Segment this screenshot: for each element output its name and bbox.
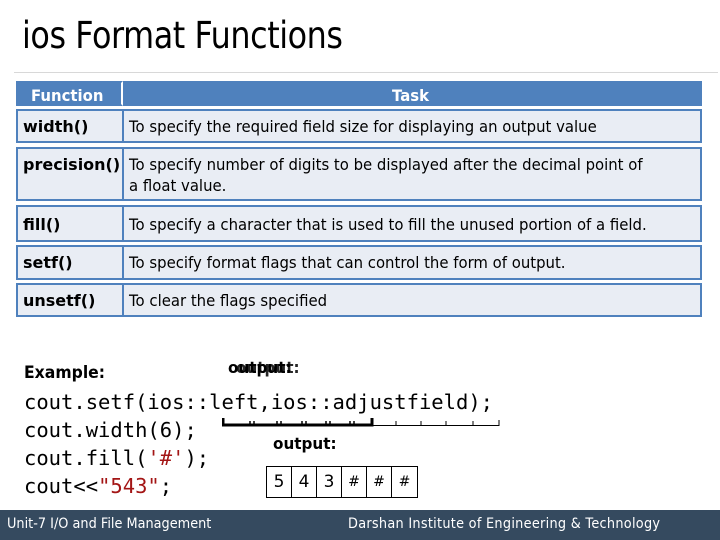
header-task-label: Task [392, 86, 430, 105]
output-cell: 5 [267, 467, 292, 497]
function-cell: unsetf() [16, 283, 123, 317]
task-text: To specify format flags that can control… [129, 253, 566, 272]
header-task: Task [123, 81, 702, 106]
footer-institute-label: Darshan Institute of Engineering & Techn… [348, 516, 661, 532]
code-line-4-post: ; [159, 474, 173, 498]
output-cell: 3 [317, 467, 342, 497]
task-cell: To clear the flags specified [123, 283, 702, 317]
example-label: Example: [24, 363, 106, 383]
output-cell: # [367, 467, 392, 497]
code-block: cout.setf(ios::left,ios::adjustfield); c… [24, 388, 493, 500]
code-line-4: cout<<"543"; [24, 474, 172, 498]
task-text: To clear the flags specified [129, 291, 328, 310]
code-line-4-pre: cout<< [24, 474, 99, 498]
table-row: width() To specify the required field si… [16, 109, 702, 143]
output-cell: # [398, 474, 411, 490]
output-cell: 4 [292, 467, 317, 497]
footer-unit-label: Unit-7 I/O and File Management [7, 516, 212, 532]
output-cell: # [342, 467, 367, 497]
code-line-3: cout.fill('#'); [24, 446, 209, 470]
function-cell: setf() [16, 245, 123, 280]
task-text: To specify the required field size for d… [129, 117, 597, 136]
table-row: setf() To specify format flags that can … [16, 245, 702, 280]
code-line-1: cout.setf(ios::left,ios::adjustfield); [24, 390, 493, 414]
function-cell: width() [16, 109, 123, 143]
function-cell: fill() [16, 205, 123, 242]
function-cell: precision() [16, 147, 123, 201]
table-row: unsetf() To clear the flags specified [16, 283, 702, 317]
table-header-row: Function Task [16, 81, 702, 106]
task-text-line1: To specify number of digits to be displa… [129, 155, 643, 174]
header-function-label: Function [30, 86, 103, 105]
code-line-3-pre: cout.fill( [24, 446, 148, 470]
string-literal: '#' [147, 446, 185, 470]
output-label-overlap-2: output: [236, 358, 300, 377]
code-line-2: cout.width(6); [24, 418, 197, 442]
header-function: Function [16, 81, 123, 106]
table-row: fill() To specify a character that is us… [16, 205, 702, 242]
table-row: precision() To specify number of digits … [16, 147, 702, 201]
ruler-bold [222, 418, 374, 427]
ruler-thin [372, 420, 500, 426]
slide-title: ios Format Functions [22, 14, 343, 57]
code-line-3-post: ); [184, 446, 210, 470]
output-label: output: [273, 434, 337, 453]
field-width-ruler [222, 418, 500, 427]
task-cell: To specify the required field size for d… [123, 109, 702, 143]
output-field-cells: 5 4 3 # # # [266, 466, 418, 498]
task-text-line2: a float value. [129, 176, 227, 195]
slide-footer: Unit-7 I/O and File Management Darshan I… [0, 510, 720, 540]
task-cell: To specify number of digits to be displa… [123, 147, 702, 201]
task-cell: To specify a character that is used to f… [123, 205, 702, 242]
string-literal: "543" [98, 474, 160, 498]
task-text: To specify a character that is used to f… [129, 215, 647, 234]
title-divider [14, 72, 718, 73]
task-cell: To specify format flags that can control… [123, 245, 702, 280]
